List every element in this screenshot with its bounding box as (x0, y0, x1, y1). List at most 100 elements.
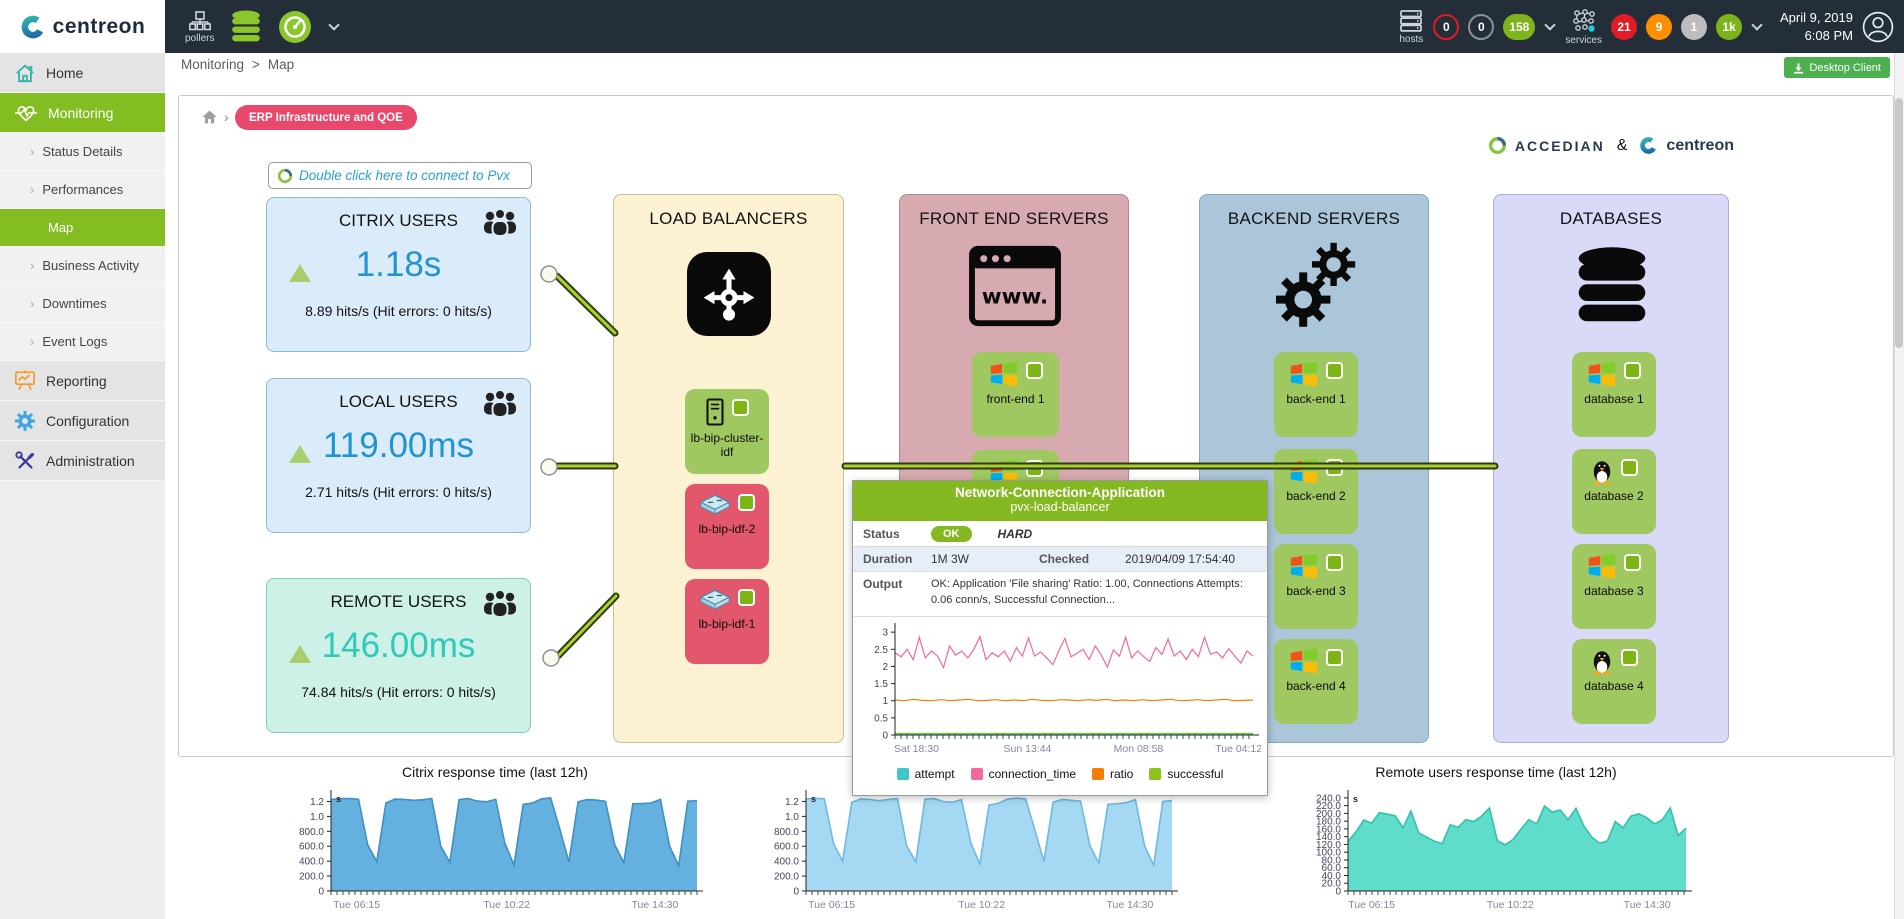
services-menu[interactable]: services (1565, 8, 1602, 46)
sidebar-nav: Home Monitoring › Status Details › Perfo… (0, 53, 165, 919)
sidebar-item-status-details[interactable]: › Status Details (0, 133, 165, 171)
svg-text:s: s (1353, 794, 1358, 804)
svg-text:s: s (811, 794, 816, 804)
home-icon (14, 63, 36, 83)
hosts-chevron-icon[interactable] (1545, 19, 1556, 30)
hosts-up-badge[interactable]: 158 (1503, 14, 1535, 40)
map-root-badge[interactable]: ERP Infrastructure and QOE (235, 105, 417, 130)
sidebar-item-label: Configuration (46, 413, 129, 429)
scrollbar-thumb[interactable] (1895, 98, 1903, 348)
citrix-users-box[interactable]: CITRIX USERS 1.18s 8.89 hits/s (Hit erro… (266, 197, 531, 352)
node-label: database 3 (1582, 585, 1645, 599)
svg-text:1.5: 1.5 (874, 679, 888, 690)
svg-text:Mon 08:58: Mon 08:58 (1114, 743, 1164, 755)
node-database-4[interactable]: database 4 (1572, 639, 1656, 724)
svg-text:0.5: 0.5 (874, 713, 888, 724)
services-ok-badge[interactable]: 1k (1716, 14, 1742, 40)
local-port[interactable] (541, 459, 557, 475)
services-unknown-badge[interactable]: 1 (1681, 14, 1707, 40)
svg-text:www.: www. (982, 285, 1048, 310)
sidebar-item-reporting[interactable]: Reporting (0, 361, 165, 401)
breadcrumb-page[interactable]: Map (268, 57, 294, 72)
svg-text:600.0: 600.0 (299, 842, 324, 853)
centreon-logo[interactable]: centreon (0, 0, 165, 53)
status-ok-square (1624, 362, 1641, 379)
legend-item-ratio: ratio (1092, 767, 1133, 781)
node-label: lb-bip-cluster-idf (685, 432, 769, 460)
windows-icon (1587, 360, 1617, 388)
node-database-3[interactable]: database 3 (1572, 544, 1656, 629)
sidebar-item-administration[interactable]: Administration (0, 441, 165, 481)
status-ok-square (738, 589, 755, 606)
users-icon (482, 208, 518, 238)
remote-users-box[interactable]: REMOTE USERS 146.00ms 74.84 hits/s (Hit … (266, 578, 531, 733)
hosts-menu[interactable]: hosts (1398, 9, 1424, 45)
sidebar-item-monitoring[interactable]: Monitoring (0, 93, 165, 133)
pollers-button[interactable]: pollers (185, 10, 214, 44)
hosts-unreachable-badge[interactable]: 0 (1468, 14, 1494, 40)
node-database-1[interactable]: database 1 (1572, 352, 1656, 437)
chevron-down-icon[interactable] (329, 19, 340, 30)
node-lb-bip-cluster-idf[interactable]: lb-bip-cluster-idf (685, 389, 769, 474)
sidebar-item-performances[interactable]: › Performances (0, 171, 165, 209)
sidebar-item-business-activity[interactable]: › Business Activity (0, 247, 165, 285)
svg-text:Sun 13:44: Sun 13:44 (1004, 743, 1052, 755)
pvx-connect-note[interactable]: Double click here to connect to Pvx (268, 162, 532, 189)
svg-text:Tue 06:15: Tue 06:15 (808, 899, 855, 911)
reporting-icon (14, 370, 36, 391)
chevron-right-icon: › (30, 258, 34, 273)
node-back-end-2[interactable]: back-end 2 (1274, 449, 1358, 534)
windows-icon (1587, 552, 1617, 580)
svg-text:2: 2 (882, 662, 888, 673)
breadcrumb-section[interactable]: Monitoring (181, 57, 244, 72)
node-label: database 2 (1582, 490, 1645, 504)
node-lb-bip-idf-2[interactable]: lb-bip-idf-2 (685, 484, 769, 569)
load-balancers-column[interactable]: LOAD BALANCERS (613, 194, 844, 743)
database-green-icon[interactable] (230, 10, 262, 44)
column-title: DATABASES (1494, 209, 1728, 229)
citrix-port[interactable] (541, 266, 557, 282)
node-lb-bip-idf-1[interactable]: lb-bip-idf-1 (685, 579, 769, 664)
services-warning-badge[interactable]: 9 (1646, 14, 1672, 40)
sidebar-item-map[interactable]: Map (0, 209, 165, 247)
services-critical-badge[interactable]: 21 (1611, 14, 1637, 40)
node-label: database 1 (1582, 393, 1645, 407)
svg-text:1.0: 1.0 (785, 812, 799, 823)
time-text: 6:08 PM (1780, 27, 1853, 45)
pvx-note-text: Double click here to connect to Pvx (299, 168, 510, 183)
pollers-label: pollers (185, 33, 214, 44)
legend-item-connection-time: connection_time (971, 767, 1076, 781)
tooltip-duration-row: Duration 1M 3W Checked 2019/04/09 17:54:… (853, 547, 1267, 572)
trend-up-icon (289, 445, 311, 463)
node-database-2[interactable]: database 2 (1572, 449, 1656, 534)
node-back-end-4[interactable]: back-end 4 (1274, 639, 1358, 724)
sidebar-item-event-logs[interactable]: › Event Logs (0, 323, 165, 361)
gauge-green-icon[interactable] (278, 10, 312, 44)
svg-text:Tue 06:15: Tue 06:15 (333, 899, 380, 911)
svg-text:0: 0 (793, 887, 799, 898)
sidebar-item-configuration[interactable]: Configuration (0, 401, 165, 441)
sidebar-item-home[interactable]: Home (0, 53, 165, 93)
user-avatar-icon[interactable] (1862, 11, 1894, 43)
services-chevron-icon[interactable] (1751, 19, 1762, 30)
hosts-down-badge[interactable]: 0 (1433, 14, 1459, 40)
svg-text:2.5: 2.5 (874, 645, 888, 656)
node-front-end-1[interactable]: front-end 1 (972, 352, 1059, 437)
sidebar-item-label: Event Logs (42, 334, 107, 349)
map-home-icon[interactable] (201, 109, 218, 125)
node-back-end-3[interactable]: back-end 3 (1274, 544, 1358, 629)
legend-swatch (1149, 768, 1161, 780)
databases-column[interactable]: DATABASES database 1 (1493, 194, 1729, 743)
sidebar-item-downtimes[interactable]: › Downtimes (0, 285, 165, 323)
svg-text:Tue 10:22: Tue 10:22 (483, 899, 530, 911)
sidebar-item-label: Home (46, 65, 83, 81)
local-users-box[interactable]: LOCAL USERS 119.00ms 2.71 hits/s (Hit er… (266, 378, 531, 533)
remote-port[interactable] (543, 650, 559, 666)
web-browser-icon: www. (968, 243, 1062, 329)
tooltip-host-name: pvx-load-balancer (853, 500, 1267, 514)
desktop-client-button[interactable]: Desktop Client (1784, 57, 1890, 78)
node-back-end-1[interactable]: back-end 1 (1274, 352, 1358, 437)
scrollbar[interactable] (1894, 53, 1904, 919)
svg-text:Tue 10:22: Tue 10:22 (958, 899, 1005, 911)
trend-up-icon (289, 645, 311, 663)
